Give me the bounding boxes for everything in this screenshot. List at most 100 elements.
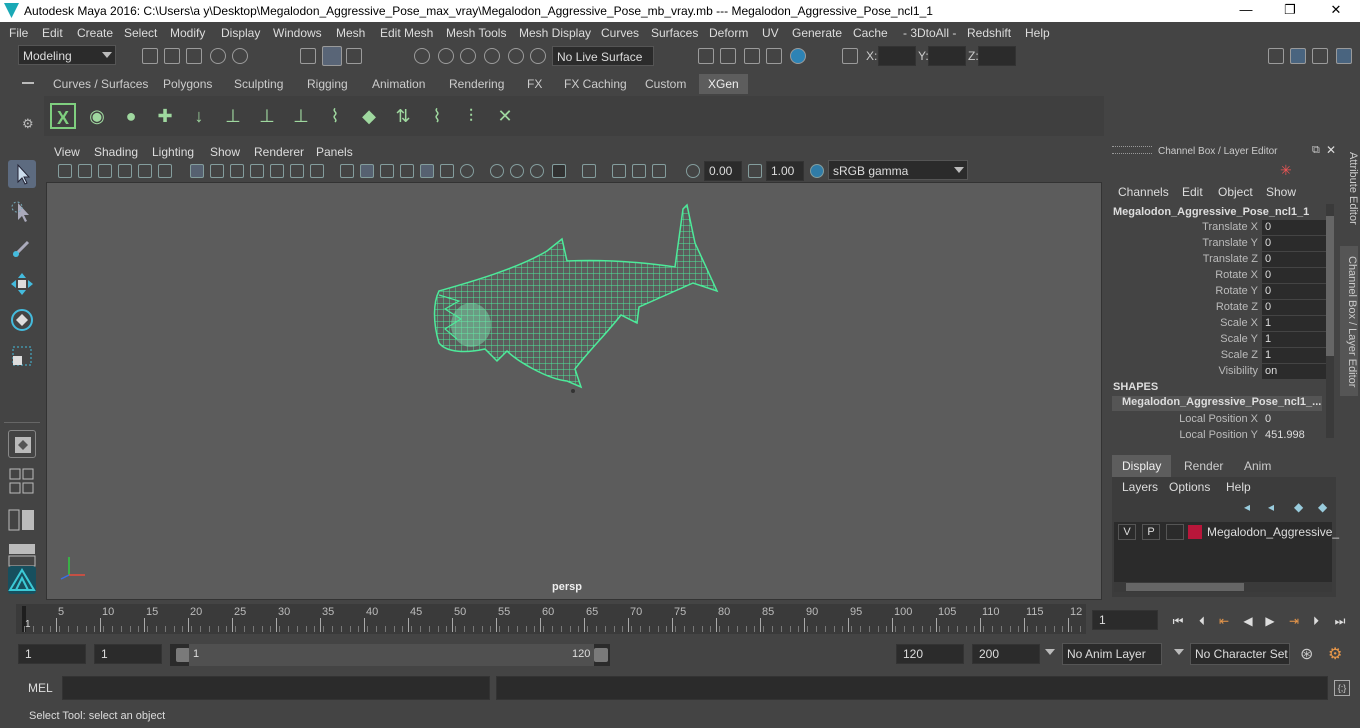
select-tool-icon[interactable]: [8, 160, 36, 188]
tab-render-layers[interactable]: Render: [1174, 455, 1233, 477]
xray-icon[interactable]: [420, 164, 434, 178]
attr-row-local-position-x[interactable]: Local Position X 0: [1106, 412, 1338, 428]
wireframe-on-shaded-icon[interactable]: [380, 164, 394, 178]
mode-dropdown[interactable]: Modeling: [18, 45, 116, 65]
x-input[interactable]: [878, 46, 916, 66]
menu-mesh[interactable]: Mesh: [336, 26, 365, 40]
go-to-end-icon[interactable]: ⏭: [1332, 614, 1348, 628]
xgen-show-guides-icon[interactable]: ⊥: [254, 103, 280, 129]
layer-visibility-toggle[interactable]: V: [1118, 524, 1136, 540]
auto-key-icon[interactable]: ⊛: [1300, 644, 1313, 664]
layer-color-swatch[interactable]: [1188, 525, 1202, 539]
xgen-add-guides-icon[interactable]: ✚: [152, 103, 178, 129]
shadows-icon[interactable]: [460, 164, 474, 178]
layer-name[interactable]: Megalodon_Aggressive_: [1207, 525, 1339, 539]
menu-generate[interactable]: Generate: [792, 26, 842, 40]
menu-edit-mesh[interactable]: Edit Mesh: [380, 26, 433, 40]
film-gate-icon[interactable]: [210, 164, 224, 178]
outliner-layout-icon[interactable]: [8, 506, 36, 534]
menu-file[interactable]: File: [9, 26, 28, 40]
single-perspective-view-icon[interactable]: [8, 430, 36, 458]
depth-of-field-icon[interactable]: [552, 164, 566, 178]
wireframe-icon[interactable]: [340, 164, 354, 178]
z-input[interactable]: [978, 46, 1016, 66]
menu-redshift[interactable]: Redshift: [967, 26, 1011, 40]
xgen-create-description-icon[interactable]: ●: [118, 103, 144, 129]
attr-value[interactable]: on: [1262, 364, 1328, 379]
layer-hscroll-thumb[interactable]: [1126, 583, 1244, 591]
lasso-tool-icon[interactable]: [8, 198, 36, 226]
attr-value[interactable]: 1: [1262, 348, 1328, 363]
tab-fx-caching[interactable]: FX Caching: [555, 74, 636, 94]
show-menu[interactable]: Show: [1266, 185, 1296, 199]
color-management-icon[interactable]: [810, 164, 824, 178]
menu-modify[interactable]: Modify: [170, 26, 205, 40]
menu-uv[interactable]: UV: [762, 26, 779, 40]
current-frame-input[interactable]: 1: [1092, 610, 1158, 630]
tab-display-layers[interactable]: Display: [1112, 455, 1172, 477]
xgen-sculpt-guides-icon[interactable]: ⌇: [322, 103, 348, 129]
motion-blur-icon[interactable]: [510, 164, 524, 178]
xgen-lock-guides-icon[interactable]: ⊥: [288, 103, 314, 129]
channels-menu[interactable]: Channels: [1118, 185, 1169, 199]
screen-space-ao-icon[interactable]: [490, 164, 504, 178]
attr-value[interactable]: 1: [1262, 332, 1328, 347]
rotate-tool-icon[interactable]: [8, 306, 36, 334]
attr-value[interactable]: 1: [1262, 316, 1328, 331]
viewport-menu-renderer[interactable]: Renderer: [254, 145, 304, 159]
menu-help[interactable]: Help: [1025, 26, 1050, 40]
open-scene-icon[interactable]: [164, 48, 180, 64]
attr-value[interactable]: 451.998: [1262, 428, 1328, 443]
resolution-gate-icon[interactable]: [230, 164, 244, 178]
attr-value[interactable]: 0: [1262, 252, 1328, 267]
menu-surfaces[interactable]: Surfaces: [651, 26, 698, 40]
menu-mesh-tools[interactable]: Mesh Tools: [446, 26, 506, 40]
menu-3dtoall[interactable]: - 3DtoAll -: [903, 26, 956, 40]
viewport-menu-view[interactable]: View: [54, 145, 80, 159]
transform-mode-icon[interactable]: [842, 48, 858, 64]
xgen-delete-guides-icon[interactable]: ✕: [492, 103, 518, 129]
tab-anim-layers[interactable]: Anim: [1234, 455, 1281, 477]
default-material-icon[interactable]: [400, 164, 414, 178]
image-plane-icon[interactable]: [118, 164, 132, 178]
tab-rigging[interactable]: Rigging: [298, 74, 357, 94]
chevron-down-icon[interactable]: [1045, 649, 1055, 655]
menu-create[interactable]: Create: [77, 26, 113, 40]
range-slider-start-handle[interactable]: [176, 648, 190, 662]
use-all-lights-icon[interactable]: [440, 164, 454, 178]
bookmark-icon[interactable]: [98, 164, 112, 178]
xgen-normalize-guides-icon[interactable]: ⫶: [458, 103, 484, 129]
camera-attributes-icon[interactable]: [78, 164, 92, 178]
four-view-layout-icon[interactable]: [8, 466, 36, 500]
viewport-menu-panels[interactable]: Panels: [316, 145, 353, 159]
channel-box-toggle-icon[interactable]: [1336, 48, 1352, 64]
layers-menu[interactable]: Layers: [1122, 480, 1158, 494]
tab-custom[interactable]: Custom: [636, 74, 696, 94]
anti-aliasing-icon[interactable]: [530, 164, 544, 178]
character-set-dropdown[interactable]: No Character Set: [1190, 643, 1290, 665]
help-menu[interactable]: Help: [1226, 480, 1251, 494]
attr-row-visibility[interactable]: Visibility on: [1106, 364, 1338, 380]
new-layer-from-selected-icon[interactable]: ◆: [1318, 500, 1327, 514]
render-frame-icon[interactable]: [720, 48, 736, 64]
gamma-icon[interactable]: [748, 164, 762, 178]
attr-row-scale-x[interactable]: Scale X 1: [1106, 316, 1338, 332]
menu-select[interactable]: Select: [124, 26, 157, 40]
isolate-select-icon[interactable]: [582, 164, 596, 178]
channel-box-scroll-thumb[interactable]: [1326, 216, 1334, 356]
go-to-start-icon[interactable]: ⏮: [1170, 614, 1186, 628]
object-menu[interactable]: Object: [1218, 185, 1253, 199]
attr-row-scale-y[interactable]: Scale Y 1: [1106, 332, 1338, 348]
float-panel-icon[interactable]: ⧉: [1312, 144, 1320, 157]
attribute-editor-side-tab[interactable]: Attribute Editor: [1341, 152, 1359, 242]
attr-row-rotate-x[interactable]: Rotate X 0: [1106, 268, 1338, 284]
xgen-preview-icon[interactable]: ◉: [84, 103, 110, 129]
mel-command-input[interactable]: [62, 676, 490, 700]
tab-xgen[interactable]: XGen: [699, 74, 748, 94]
new-scene-icon[interactable]: [142, 48, 158, 64]
grid-icon[interactable]: [190, 164, 204, 178]
hypershade-icon[interactable]: [790, 48, 806, 64]
attr-value[interactable]: 0: [1262, 284, 1328, 299]
close-button[interactable]: ✕: [1316, 2, 1356, 20]
shelf-menu-icon[interactable]: [22, 82, 34, 84]
